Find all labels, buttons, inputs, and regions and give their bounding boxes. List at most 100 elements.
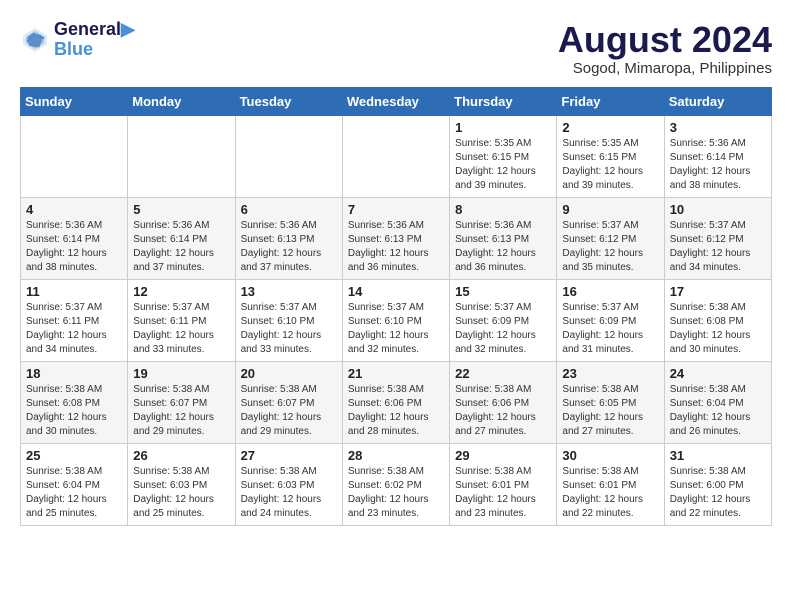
location: Sogod, Mimaropa, Philippines — [558, 60, 772, 77]
day-number: 24 — [670, 366, 766, 381]
day-number: 21 — [348, 366, 444, 381]
day-info: Sunrise: 5:36 AM Sunset: 6:13 PM Dayligh… — [348, 219, 444, 275]
weekday-header-tuesday: Tuesday — [235, 87, 342, 115]
empty-cell — [128, 115, 235, 197]
weekday-header-saturday: Saturday — [664, 87, 771, 115]
day-info: Sunrise: 5:37 AM Sunset: 6:11 PM Dayligh… — [26, 301, 122, 357]
day-number: 9 — [562, 202, 658, 217]
day-cell-13: 13 Sunrise: 5:37 AM Sunset: 6:10 PM Dayli… — [235, 279, 342, 361]
day-info: Sunrise: 5:38 AM Sunset: 6:07 PM Dayligh… — [133, 383, 229, 439]
day-info: Sunrise: 5:38 AM Sunset: 6:02 PM Dayligh… — [348, 465, 444, 521]
day-number: 2 — [562, 120, 658, 135]
day-info: Sunrise: 5:37 AM Sunset: 6:10 PM Dayligh… — [241, 301, 337, 357]
day-number: 14 — [348, 284, 444, 299]
day-cell-3: 3Sunrise: 5:36 AM Sunset: 6:14 PM Daylig… — [664, 115, 771, 197]
day-cell-25: 25Sunrise: 5:38 AM Sunset: 6:04 PM Dayli… — [21, 443, 128, 525]
day-info: Sunrise: 5:38 AM Sunset: 6:05 PM Dayligh… — [562, 383, 658, 439]
day-number: 10 — [670, 202, 766, 217]
day-number: 31 — [670, 448, 766, 463]
day-info: Sunrise: 5:35 AM Sunset: 6:15 PM Dayligh… — [562, 137, 658, 193]
day-info: Sunrise: 5:36 AM Sunset: 6:14 PM Dayligh… — [133, 219, 229, 275]
week-row-5: 25Sunrise: 5:38 AM Sunset: 6:04 PM Dayli… — [21, 443, 772, 525]
week-row-3: 11 Sunrise: 5:37 AM Sunset: 6:11 PM Dayli… — [21, 279, 772, 361]
day-info: Sunrise: 5:38 AM Sunset: 6:01 PM Dayligh… — [562, 465, 658, 521]
empty-cell — [235, 115, 342, 197]
day-cell-16: 16 Sunrise: 5:37 AM Sunset: 6:09 PM Dayli… — [557, 279, 664, 361]
day-cell-21: 21 Sunrise: 5:38 AM Sunset: 6:06 PM Dayli… — [342, 361, 449, 443]
day-cell-28: 28 Sunrise: 5:38 AM Sunset: 6:02 PM Dayli… — [342, 443, 449, 525]
day-cell-24: 24 Sunrise: 5:38 AM Sunset: 6:04 PM Dayli… — [664, 361, 771, 443]
day-number: 28 — [348, 448, 444, 463]
day-number: 18 — [26, 366, 122, 381]
day-cell-30: 30 Sunrise: 5:38 AM Sunset: 6:01 PM Dayli… — [557, 443, 664, 525]
day-info: Sunrise: 5:38 AM Sunset: 6:06 PM Dayligh… — [455, 383, 551, 439]
week-row-4: 18 Sunrise: 5:38 AM Sunset: 6:08 PM Dayli… — [21, 361, 772, 443]
day-cell-9: 9 Sunrise: 5:37 AM Sunset: 6:12 PM Daylig… — [557, 197, 664, 279]
day-cell-5: 5 Sunrise: 5:36 AM Sunset: 6:14 PM Daylig… — [128, 197, 235, 279]
weekday-header-friday: Friday — [557, 87, 664, 115]
weekday-header-sunday: Sunday — [21, 87, 128, 115]
day-info: Sunrise: 5:35 AM Sunset: 6:15 PM Dayligh… — [455, 137, 551, 193]
day-number: 27 — [241, 448, 337, 463]
day-info: Sunrise: 5:36 AM Sunset: 6:13 PM Dayligh… — [241, 219, 337, 275]
day-cell-10: 10 Sunrise: 5:37 AM Sunset: 6:12 PM Dayli… — [664, 197, 771, 279]
day-info: Sunrise: 5:38 AM Sunset: 6:07 PM Dayligh… — [241, 383, 337, 439]
day-number: 6 — [241, 202, 337, 217]
weekday-header-wednesday: Wednesday — [342, 87, 449, 115]
day-number: 11 — [26, 284, 122, 299]
day-number: 5 — [133, 202, 229, 217]
day-info: Sunrise: 5:38 AM Sunset: 6:01 PM Dayligh… — [455, 465, 551, 521]
day-info: Sunrise: 5:37 AM Sunset: 6:09 PM Dayligh… — [455, 301, 551, 357]
day-info: Sunrise: 5:38 AM Sunset: 6:03 PM Dayligh… — [133, 465, 229, 521]
day-cell-2: 2 Sunrise: 5:35 AM Sunset: 6:15 PM Daylig… — [557, 115, 664, 197]
day-cell-4: 4Sunrise: 5:36 AM Sunset: 6:14 PM Daylig… — [21, 197, 128, 279]
week-row-2: 4 Sunrise: 5:36 AM Sunset: 6:14 PM Daylig… — [21, 197, 772, 279]
day-number: 13 — [241, 284, 337, 299]
day-cell-14: 14Sunrise: 5:37 AM Sunset: 6:10 PM Dayli… — [342, 279, 449, 361]
day-cell-29: 29Sunrise: 5:38 AM Sunset: 6:01 PM Dayli… — [450, 443, 557, 525]
day-number: 30 — [562, 448, 658, 463]
day-info: Sunrise: 5:38 AM Sunset: 6:06 PM Dayligh… — [348, 383, 444, 439]
day-info: Sunrise: 5:37 AM Sunset: 6:12 PM Dayligh… — [670, 219, 766, 275]
weekday-header-thursday: Thursday — [450, 87, 557, 115]
empty-cell — [342, 115, 449, 197]
day-number: 12 — [133, 284, 229, 299]
day-cell-1: 1 Sunrise: 5:35 AM Sunset: 6:15 PM Daylig… — [450, 115, 557, 197]
day-cell-22: 22Sunrise: 5:38 AM Sunset: 6:06 PM Dayli… — [450, 361, 557, 443]
day-number: 23 — [562, 366, 658, 381]
day-number: 8 — [455, 202, 551, 217]
day-info: Sunrise: 5:38 AM Sunset: 6:03 PM Dayligh… — [241, 465, 337, 521]
weekday-header-monday: Monday — [128, 87, 235, 115]
day-cell-12: 12Sunrise: 5:37 AM Sunset: 6:11 PM Dayli… — [128, 279, 235, 361]
day-number: 15 — [455, 284, 551, 299]
day-info: Sunrise: 5:37 AM Sunset: 6:12 PM Dayligh… — [562, 219, 658, 275]
day-cell-17: 17Sunrise: 5:38 AM Sunset: 6:08 PM Dayli… — [664, 279, 771, 361]
day-info: Sunrise: 5:38 AM Sunset: 6:00 PM Dayligh… — [670, 465, 766, 521]
week-row-1: 1 Sunrise: 5:35 AM Sunset: 6:15 PM Daylig… — [21, 115, 772, 197]
day-cell-20: 20 Sunrise: 5:38 AM Sunset: 6:07 PM Dayli… — [235, 361, 342, 443]
month-title: August 2024 — [558, 20, 772, 60]
day-cell-11: 11 Sunrise: 5:37 AM Sunset: 6:11 PM Dayli… — [21, 279, 128, 361]
day-number: 19 — [133, 366, 229, 381]
day-info: Sunrise: 5:37 AM Sunset: 6:09 PM Dayligh… — [562, 301, 658, 357]
day-number: 1 — [455, 120, 551, 135]
calendar-table: SundayMondayTuesdayWednesdayThursdayFrid… — [20, 87, 772, 526]
empty-cell — [21, 115, 128, 197]
day-number: 3 — [670, 120, 766, 135]
day-cell-26: 26Sunrise: 5:38 AM Sunset: 6:03 PM Dayli… — [128, 443, 235, 525]
day-info: Sunrise: 5:38 AM Sunset: 6:04 PM Dayligh… — [670, 383, 766, 439]
day-number: 16 — [562, 284, 658, 299]
weekday-header-row: SundayMondayTuesdayWednesdayThursdayFrid… — [21, 87, 772, 115]
day-number: 20 — [241, 366, 337, 381]
day-cell-8: 8Sunrise: 5:36 AM Sunset: 6:13 PM Daylig… — [450, 197, 557, 279]
day-cell-31: 31 Sunrise: 5:38 AM Sunset: 6:00 PM Dayli… — [664, 443, 771, 525]
logo-text: General▶ Blue — [54, 20, 135, 60]
page-header: General▶ Blue August 2024 Sogod, Mimarop… — [20, 20, 772, 77]
day-number: 17 — [670, 284, 766, 299]
day-number: 25 — [26, 448, 122, 463]
day-number: 4 — [26, 202, 122, 217]
day-cell-15: 15 Sunrise: 5:37 AM Sunset: 6:09 PM Dayli… — [450, 279, 557, 361]
logo-icon — [20, 25, 50, 55]
day-cell-19: 19 Sunrise: 5:38 AM Sunset: 6:07 PM Dayli… — [128, 361, 235, 443]
day-info: Sunrise: 5:38 AM Sunset: 6:08 PM Dayligh… — [26, 383, 122, 439]
